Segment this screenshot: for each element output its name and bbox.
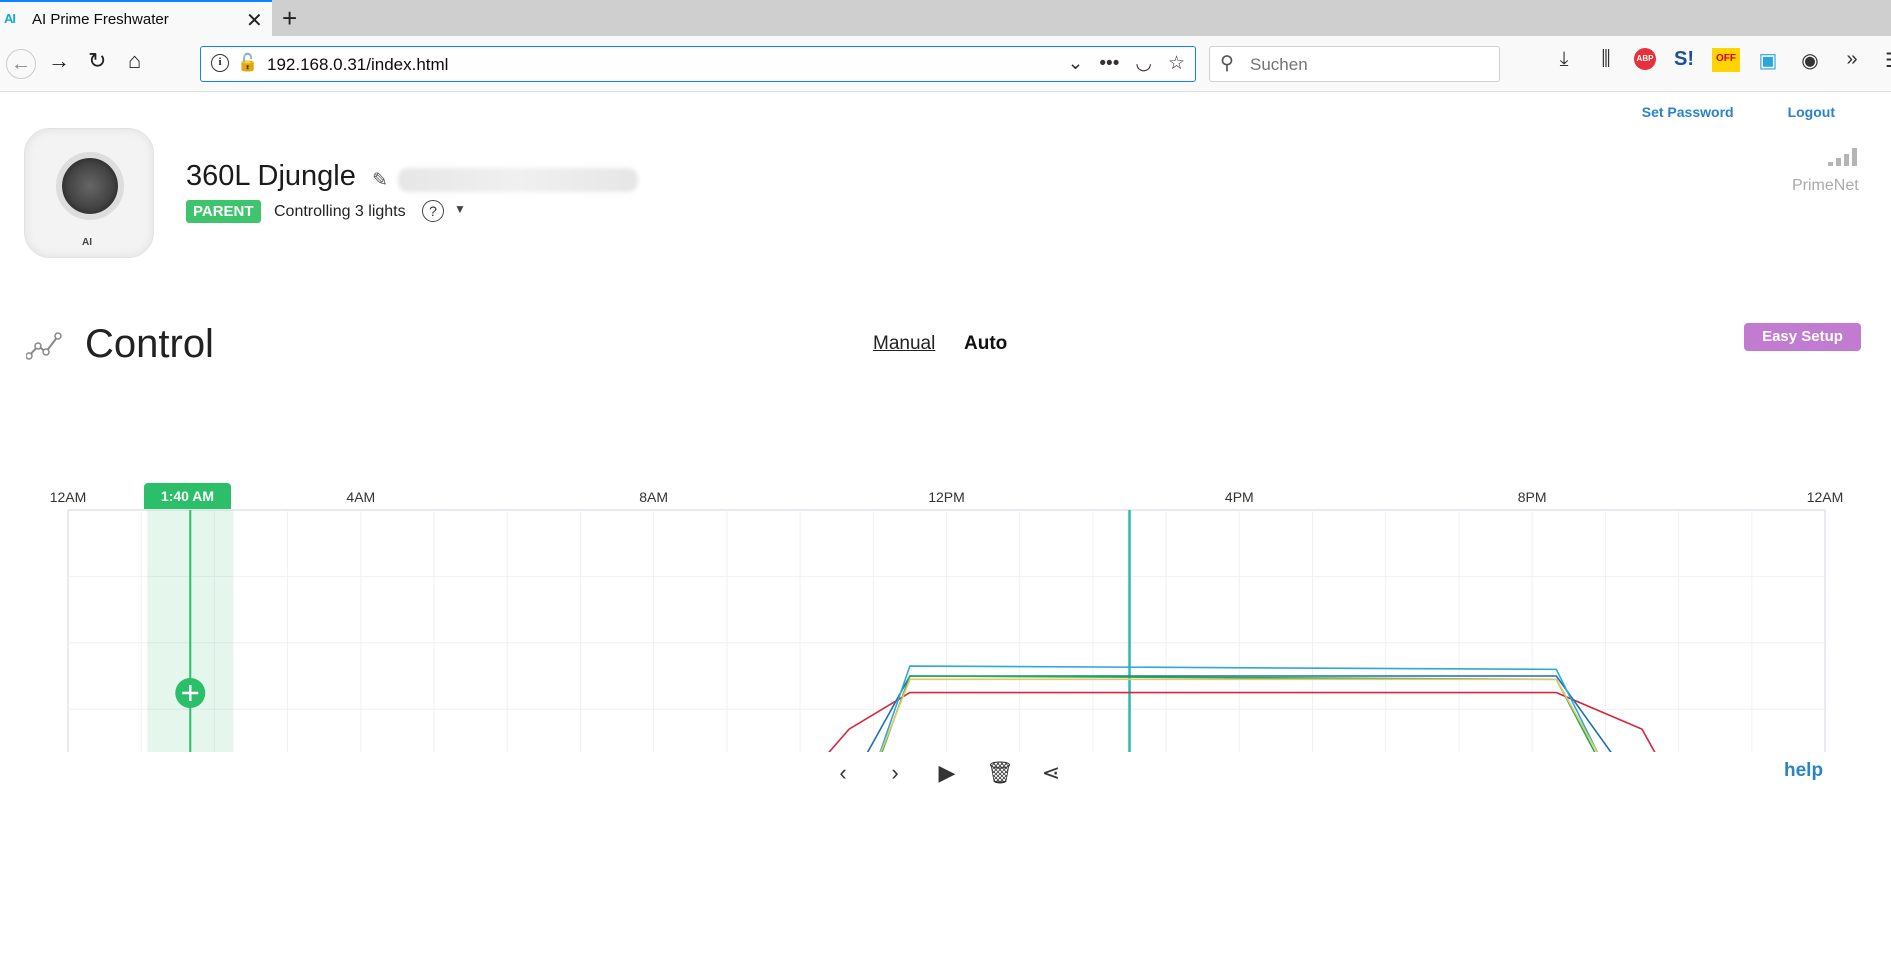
- s-extension-icon[interactable]: S!: [1670, 48, 1698, 73]
- x-tick-label-top: 12AM: [50, 489, 87, 505]
- url-actions: ⌄ ••• ◡ ☆: [1051, 52, 1185, 75]
- library-icon[interactable]: ⫼: [1592, 48, 1620, 73]
- back-arrow-icon[interactable]: ←: [6, 49, 36, 79]
- save-icon[interactable]: ▣: [1754, 48, 1782, 73]
- schedule-controls: ‹ › ▶ 🗑 ⋖: [830, 760, 1064, 786]
- x-tick-label-top: 8AM: [639, 489, 668, 505]
- previous-point-icon[interactable]: ‹: [830, 760, 856, 786]
- share-icon[interactable]: ⋖: [1038, 760, 1064, 786]
- adblock-plus-icon[interactable]: ABP: [1634, 48, 1656, 70]
- bookmark-star-icon[interactable]: ☆: [1168, 53, 1185, 74]
- url-text[interactable]: 192.168.0.31/index.html: [267, 55, 448, 75]
- insecure-connection-icon[interactable]: 🔓: [237, 53, 258, 73]
- play-preview-icon[interactable]: ▶: [934, 760, 960, 786]
- browser-tab-bar: AI AI Prime Freshwater ✕ +: [0, 0, 1891, 36]
- navigation-toolbar: ← → ↻ ⌂ i 🔓 192.168.0.31/index.html ⌄ •••…: [0, 36, 1891, 92]
- menu-icon[interactable]: ☰: [1880, 48, 1891, 73]
- page-content: Set Password Logout AI 360L Djungle ✎ PAR…: [0, 92, 1891, 969]
- new-tab-icon[interactable]: +: [282, 3, 297, 34]
- off-extension-icon[interactable]: OFF: [1712, 48, 1740, 72]
- home-icon[interactable]: ⌂: [128, 50, 141, 72]
- x-tick-label-top: 4PM: [1225, 489, 1254, 505]
- download-icon[interactable]: ⤓: [1550, 48, 1578, 73]
- tab-title: AI Prime Freshwater: [32, 11, 169, 28]
- chevron-down-icon[interactable]: ⌄: [1067, 53, 1083, 74]
- x-tick-label-top: 12AM: [1807, 489, 1844, 505]
- reload-icon[interactable]: ↻: [88, 50, 106, 72]
- x-tick-label-top: 12PM: [928, 489, 965, 505]
- pocket-icon[interactable]: ◡: [1135, 53, 1152, 74]
- url-bar[interactable]: i 🔓 192.168.0.31/index.html ⌄ ••• ◡ ☆: [200, 46, 1196, 82]
- delete-point-icon[interactable]: 🗑: [986, 760, 1014, 786]
- x-tick-label-top: 4AM: [346, 489, 375, 505]
- search-placeholder: Suchen: [1250, 55, 1308, 74]
- selected-time-badge[interactable]: 1:40 AM: [144, 483, 231, 509]
- help-link[interactable]: help: [1784, 760, 1823, 782]
- overflow-chevron-icon[interactable]: »: [1838, 48, 1866, 73]
- ai-favicon-icon: AI: [4, 11, 16, 26]
- next-point-icon[interactable]: ›: [882, 760, 908, 786]
- info-icon[interactable]: i: [211, 54, 229, 72]
- search-icon: ⚲: [1220, 53, 1234, 74]
- forward-arrow-icon[interactable]: →: [48, 50, 70, 72]
- x-tick-label-top: 8PM: [1518, 489, 1547, 505]
- browser-tab[interactable]: AI AI Prime Freshwater ✕: [0, 0, 272, 36]
- close-tab-icon[interactable]: ✕: [246, 8, 263, 33]
- extension-toolbar: ⤓ ⫼ ABP S! OFF ▣ ◉ » ☰: [1550, 48, 1891, 73]
- account-icon[interactable]: ◉: [1796, 48, 1824, 73]
- more-actions-icon[interactable]: •••: [1099, 53, 1119, 74]
- light-schedule-chart[interactable]: 12AM12AM4AM4AM8AM8AM12PM12PM4PM4PM8PM8PM…: [0, 92, 1891, 752]
- search-input[interactable]: ⚲ Suchen: [1209, 46, 1500, 82]
